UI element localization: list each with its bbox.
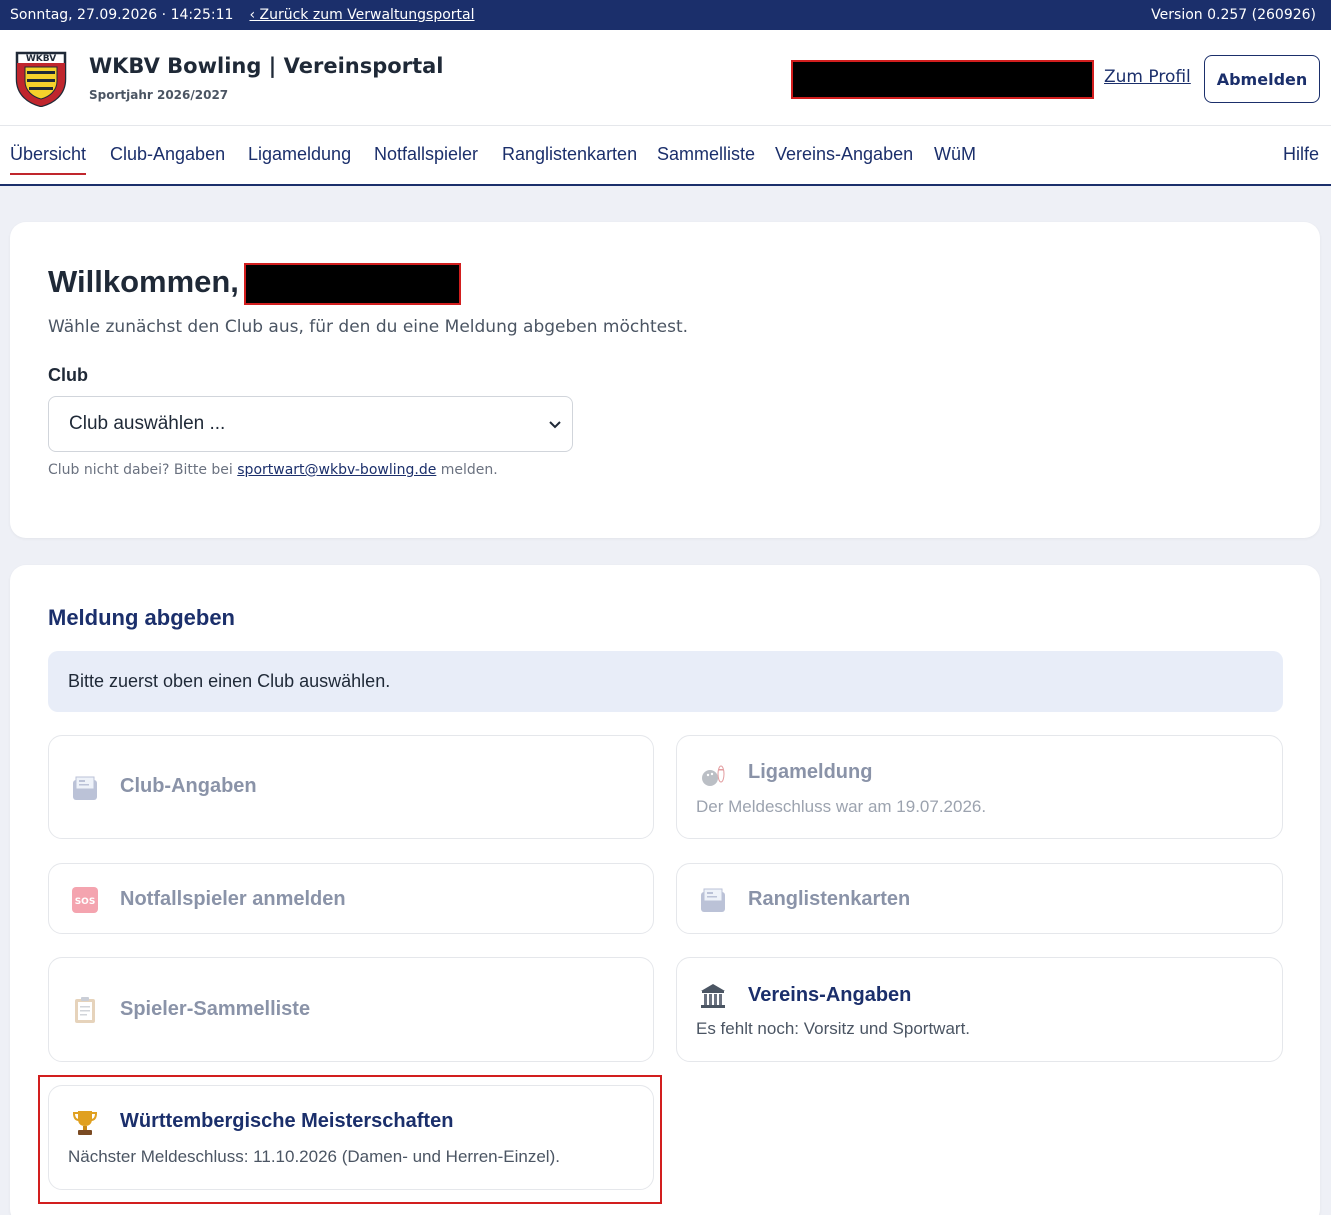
welcome-card: Willkommen, Wähle zunächst den Club aus,… (10, 222, 1320, 538)
tile-vereins-angaben[interactable]: Vereins-Angaben Es fehlt noch: Vorsitz u… (676, 957, 1283, 1062)
welcome-heading: Willkommen, (48, 264, 239, 299)
club-hint-text: Club nicht dabei? Bitte bei (48, 462, 238, 478)
building-icon (701, 984, 725, 1008)
club-select[interactable]: Club auswählen ... (48, 396, 573, 452)
info-alert: Bitte zuerst oben einen Club auswählen. (48, 651, 1283, 712)
calendar-icon (701, 888, 725, 912)
header: WKBV WKBV Bowling | Vereinsportal Sportj… (0, 30, 1331, 126)
tile-spieler-sammelliste[interactable]: Spieler-Sammelliste (48, 957, 654, 1062)
club-label: Club (48, 365, 88, 385)
tile-notfallspieler[interactable]: SOS Notfallspieler anmelden (48, 863, 654, 934)
nav-help[interactable]: Hilfe (1283, 144, 1319, 165)
nav-tab-sammelliste[interactable]: Sammelliste (657, 144, 755, 165)
bowling-icon (702, 765, 725, 786)
site-title: WKBV Bowling | Vereinsportal (89, 54, 444, 78)
trophy-icon (72, 1111, 98, 1135)
tile-title: Club-Angaben (120, 775, 257, 797)
info-alert-text: Bitte zuerst oben einen Club auswählen. (68, 671, 391, 691)
calendar-icon (73, 776, 97, 800)
clipboard-icon (75, 997, 95, 1023)
datetime-text: Sonntag, 27.09.2026 · 14:25:11 (10, 7, 234, 23)
tile-title: Spieler-Sammelliste (120, 998, 311, 1020)
season-subtitle: Sportjahr 2026/2027 (89, 88, 229, 102)
club-hint-end: melden. (436, 462, 498, 478)
nav-tab-wuem[interactable]: WüM (934, 144, 976, 165)
wkbv-logo-icon: WKBV (15, 51, 67, 107)
tile-title: Ranglistenkarten (748, 888, 911, 910)
logout-button[interactable]: Abmelden (1204, 55, 1320, 103)
sos-icon: SOS (72, 887, 98, 913)
tile-description: Nächster Meldeschluss: 11.10.2026 (Damen… (68, 1147, 560, 1166)
sportwart-email-link[interactable]: sportwart@wkbv-bowling.de (237, 462, 436, 478)
chevron-down-icon (549, 421, 561, 429)
nav-tab-ranglistenkarten[interactable]: Ranglistenkarten (502, 144, 637, 165)
tile-description: Der Meldeschluss war am 19.07.2026. (696, 797, 987, 816)
version-text: Version 0.257 (260926) (1151, 7, 1316, 23)
club-hint: Club nicht dabei? Bitte bei sportwart@wk… (48, 462, 498, 478)
svg-text:SOS: SOS (75, 897, 96, 907)
tile-ranglistenkarten[interactable]: Ranglistenkarten (676, 863, 1283, 934)
redacted-user-name (791, 60, 1094, 99)
tile-title: Notfallspieler anmelden (120, 888, 346, 910)
tile-title: Württembergische Meisterschaften (120, 1110, 454, 1132)
nav-tab-notfallspieler[interactable]: Notfallspieler (374, 144, 478, 165)
top-bar: Sonntag, 27.09.2026 · 14:25:11 ‹ Zurück … (0, 0, 1331, 30)
meldung-card: Meldung abgeben Bitte zuerst oben einen … (10, 565, 1320, 1215)
club-select-value: Club auswählen ... (69, 413, 226, 434)
nav-tab-vereins-angaben[interactable]: Vereins-Angaben (775, 144, 913, 165)
tile-description: Es fehlt noch: Vorsitz und Sportwart. (696, 1019, 971, 1038)
profile-link[interactable]: Zum Profil (1104, 67, 1191, 87)
logo-text: WKBV (26, 54, 56, 64)
welcome-subtitle: Wähle zunächst den Club aus, für den du … (48, 317, 689, 337)
nav-tab-club-angaben[interactable]: Club-Angaben (110, 144, 225, 165)
back-to-admin-portal-link[interactable]: ‹ Zurück zum Verwaltungsportal (249, 7, 474, 23)
redacted-name (244, 263, 461, 305)
nav-tab-uebersicht[interactable]: Übersicht (10, 144, 87, 175)
tile-club-angaben[interactable]: Club-Angaben (48, 735, 654, 839)
nav-tab-ligameldung[interactable]: Ligameldung (248, 144, 351, 165)
tile-wuerttembergische-meisterschaften[interactable]: Württembergische Meisterschaften Nächste… (48, 1085, 654, 1190)
tile-ligameldung[interactable]: Ligameldung Der Meldeschluss war am 19.0… (676, 735, 1283, 839)
tile-title: Vereins-Angaben (748, 984, 912, 1006)
tile-title: Ligameldung (748, 761, 873, 783)
meldung-heading: Meldung abgeben (48, 605, 235, 630)
main-nav: Übersicht Club-Angaben Ligameldung Notfa… (0, 126, 1331, 186)
